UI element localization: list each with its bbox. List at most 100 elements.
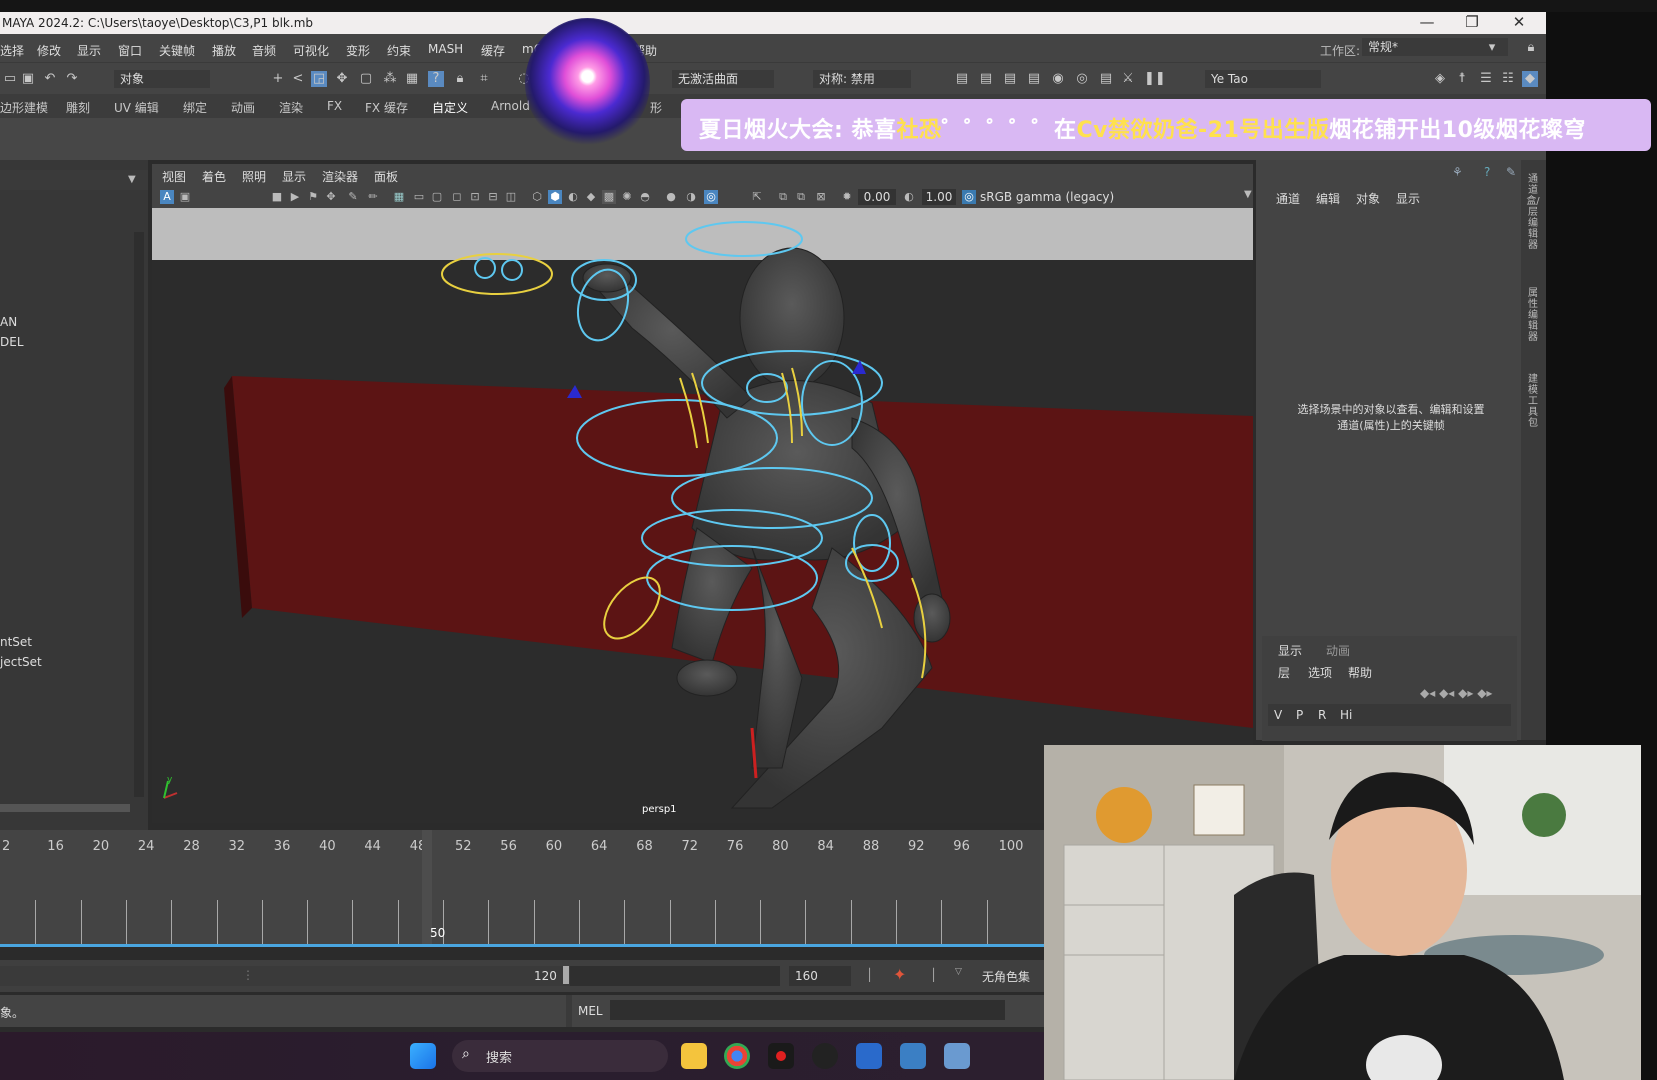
outliner-item[interactable]: ntSet (0, 635, 32, 649)
outliner-item[interactable]: AN (0, 315, 17, 329)
shelf-tab-fx[interactable]: FX (327, 99, 342, 113)
lock-selection-icon[interactable]: 🔒︎ (452, 71, 468, 87)
shelf-tab-arnold[interactable]: Arnold (491, 99, 530, 113)
app-icon[interactable] (944, 1043, 970, 1069)
select-component-icon[interactable]: ◲ (311, 71, 327, 87)
menu-audio[interactable]: 音频 (252, 42, 276, 59)
taskbar-search-box[interactable]: ⌕ 搜索 (452, 1040, 668, 1072)
redo-icon[interactable]: ↷ (64, 71, 80, 87)
xray-icon[interactable]: ◎ (704, 190, 718, 204)
column-hide[interactable]: Hi (1340, 708, 1352, 722)
viewport-menu-view[interactable]: 视图 (162, 168, 186, 185)
auto-key-icon[interactable]: ✦ (893, 965, 906, 984)
render-view-icon[interactable]: ◉ (1050, 71, 1066, 87)
bookmark-icon[interactable]: ⚑ (306, 190, 320, 204)
outliner-item[interactable]: jectSet (0, 655, 42, 669)
safe-title-icon[interactable]: ◫ (504, 190, 518, 204)
shelf-tab-rigging[interactable]: 绑定 (183, 99, 207, 116)
hypershade-icon[interactable]: ▤ (1026, 71, 1042, 87)
viewport-3d[interactable]: y persp1 (152, 208, 1253, 823)
pencil-icon[interactable]: ✏ (366, 190, 380, 204)
menu-help[interactable]: 帮助 (1348, 664, 1372, 681)
playback-step-icon[interactable]: │ (866, 968, 873, 982)
range-handle-icon[interactable]: ⋮ (242, 968, 254, 982)
xray-active-icon[interactable]: ⧉ (794, 190, 808, 204)
render-sequence-icon[interactable]: ▤ (1098, 71, 1114, 87)
help-icon[interactable]: ? (428, 71, 444, 87)
exposure-icon[interactable]: ⊠ (814, 190, 828, 204)
playback-step-icon[interactable]: │ (930, 968, 937, 982)
arnold-render-icon[interactable]: ◎ (1074, 71, 1090, 87)
chrome-icon[interactable] (724, 1043, 750, 1069)
construction-history-icon[interactable]: ⌗ (476, 71, 492, 87)
side-tab-channel-box[interactable]: 通道盒/层编辑器 (1526, 174, 1540, 251)
menu-deform[interactable]: 变形 (346, 42, 370, 59)
menu-constrain[interactable]: 约束 (387, 42, 411, 59)
viewport-menu-show[interactable]: 显示 (282, 168, 306, 185)
textured-icon[interactable]: ◆ (584, 190, 598, 204)
viewport-menu-panels[interactable]: 面板 (374, 168, 398, 185)
ambient-occlusion-icon[interactable]: ◓ (638, 190, 652, 204)
file-explorer-icon[interactable] (681, 1043, 707, 1069)
shelf-tab-sculpt[interactable]: 雕刻 (66, 99, 90, 116)
menu-visualize[interactable]: 可视化 (293, 42, 329, 59)
snap-point-icon[interactable]: ⁂ (382, 71, 398, 87)
grid-icon[interactable]: ▦ (392, 190, 406, 204)
menu-mash[interactable]: MASH (428, 42, 463, 56)
move-layer-icon[interactable]: ◆◂ ◆◂ ◆▸ ◆▸ (1420, 686, 1492, 700)
range-end-handle[interactable] (563, 966, 569, 984)
range-track[interactable] (0, 966, 570, 986)
menu-layers[interactable]: 层 (1278, 664, 1290, 681)
shelf-tab-more[interactable]: 形 (650, 99, 662, 116)
live-surface-field[interactable]: 无激活曲面 (672, 70, 774, 88)
snap-view-icon[interactable]: ▦ (404, 71, 420, 87)
outliner-item[interactable]: DEL (0, 335, 24, 349)
shelf-tab-fx-cache[interactable]: FX 缓存 (365, 99, 408, 116)
color-management-icon[interactable]: ◎ (962, 190, 976, 204)
grease-pencil-icon[interactable]: ✎ (346, 190, 360, 204)
tab-anim-layers[interactable]: 动画 (1326, 642, 1350, 659)
menu-display[interactable]: 显示 (77, 42, 101, 59)
exposure-field[interactable]: 0.00 (858, 189, 896, 205)
tool-settings-icon[interactable]: ☷ (1500, 71, 1516, 87)
help-icon[interactable]: ? (1484, 165, 1490, 179)
restore-button[interactable]: ❐ (1457, 13, 1487, 31)
windows-start-icon[interactable] (410, 1043, 436, 1069)
undo-icon[interactable]: ↶ (42, 71, 58, 87)
viewport-menu-lighting[interactable]: 照明 (242, 168, 266, 185)
tab-edit[interactable]: 编辑 (1316, 190, 1340, 207)
shelf-tab-animation[interactable]: 动画 (231, 99, 255, 116)
time-slider[interactable]: 2 16 20 24 28 32 36 40 44 48 52 56 60 64 68 72 76 80 84 88 9… (0, 830, 1044, 947)
lock-icon[interactable]: 🔒︎ (1523, 40, 1539, 56)
splitter[interactable] (566, 995, 572, 1027)
isolate-select-icon[interactable]: ⇱ (750, 190, 764, 204)
column-playback[interactable]: P (1296, 708, 1303, 722)
character-set-select[interactable]: 无角色集 (982, 968, 1030, 985)
qq-icon[interactable] (812, 1043, 838, 1069)
tab-display-layers[interactable]: 显示 (1278, 642, 1302, 659)
shadows-icon[interactable]: ✺ (620, 190, 634, 204)
minimize-button[interactable]: — (1412, 13, 1442, 31)
menu-options[interactable]: 选项 (1308, 664, 1332, 681)
render-icon[interactable]: ▤ (954, 71, 970, 87)
shelf-tab-rendering[interactable]: 渲染 (279, 99, 303, 116)
render-ipr-icon[interactable]: ▤ (978, 71, 994, 87)
select-hierarchy-icon[interactable]: + (270, 71, 286, 87)
select-object-icon[interactable]: < (290, 71, 306, 87)
motion-blur-icon[interactable]: ● (664, 190, 678, 204)
modeling-toolkit-icon[interactable]: ◈ (1432, 71, 1448, 87)
camera-attrs-icon[interactable]: ▣ (178, 190, 192, 204)
tab-show[interactable]: 显示 (1396, 190, 1420, 207)
gate-mask-icon[interactable]: ◻ (450, 190, 464, 204)
menu-playback[interactable]: 播放 (212, 42, 236, 59)
selection-mode-select[interactable]: 对象 (114, 70, 210, 88)
menu-cache[interactable]: 缓存 (481, 42, 505, 59)
save-scene-icon[interactable]: ▣ (20, 71, 36, 87)
image-plane-icon[interactable]: ▶ (288, 190, 302, 204)
snap-grid-icon[interactable]: ✥ (334, 71, 350, 87)
outliner-search[interactable] (0, 170, 148, 190)
column-visible[interactable]: V (1274, 708, 1282, 722)
channel-box-icon[interactable]: ⚘ (1452, 165, 1463, 179)
edit-icon[interactable]: ✎ (1506, 165, 1516, 179)
channel-box-icon[interactable]: ◆ (1522, 71, 1538, 87)
